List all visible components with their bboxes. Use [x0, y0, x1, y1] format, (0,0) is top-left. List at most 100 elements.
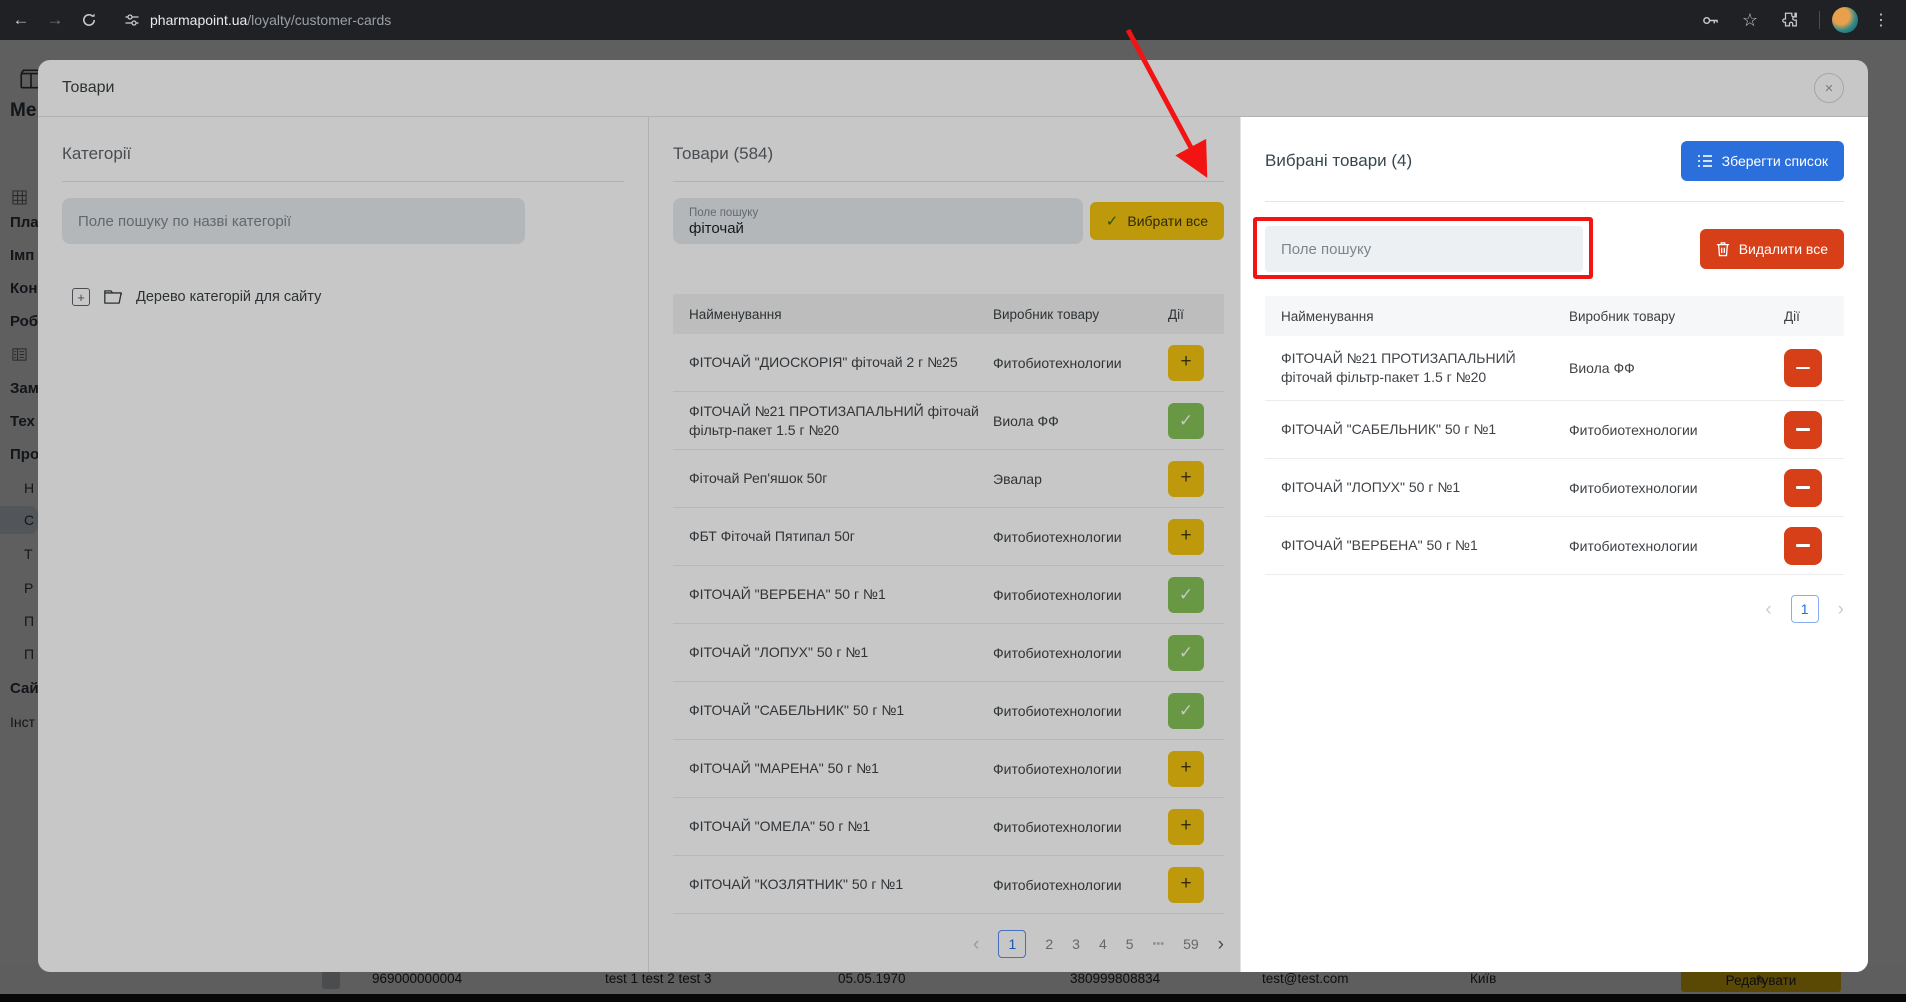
category-tree-root[interactable]: + Дерево категорій для сайту	[62, 288, 624, 306]
selected-products-panel: Вибрані товари (4) Зберегти список	[1240, 117, 1868, 972]
product-name: ФІТОЧАЙ "ДИОСКОРІЯ" фіточай 2 г №25	[689, 353, 993, 372]
product-manufacturer: Фитобиотехнологии	[1569, 422, 1784, 438]
delete-all-button[interactable]: Видалити все	[1700, 229, 1844, 269]
save-list-button[interactable]: Зберегти список	[1681, 141, 1844, 181]
product-manufacturer: Фитобиотехнологии	[993, 761, 1168, 777]
products-modal: Товари × Категорії + Дерево категорій дл…	[38, 60, 1868, 972]
folder-open-icon	[103, 288, 123, 306]
product-manufacturer: Фитобиотехнологии	[993, 703, 1168, 719]
add-product-button[interactable]	[1168, 461, 1204, 497]
add-product-button[interactable]	[1168, 345, 1204, 381]
product-name: ФІТОЧАЙ "КОЗЛЯТНИК" 50 г №1	[689, 875, 993, 894]
add-product-button[interactable]	[1168, 809, 1204, 845]
products-search-input[interactable]: Поле пошуку	[673, 198, 1083, 244]
selected-pagination: ‹ 1 ›	[1265, 595, 1844, 623]
add-product-button[interactable]	[1168, 751, 1204, 787]
password-key-icon[interactable]	[1693, 3, 1727, 37]
product-name: ФІТОЧАЙ "ВЕРБЕНА" 50 г №1	[1281, 536, 1569, 555]
selected-title: Вибрані товари (4)	[1265, 148, 1412, 174]
products-column: Товари (584) Поле пошуку ✓ Вибрати все Н…	[648, 117, 1240, 972]
search-label: Поле пошуку	[689, 207, 1067, 219]
list-icon	[1697, 153, 1713, 169]
url-path: /loyalty/customer-cards	[247, 12, 391, 28]
browser-menu-icon[interactable]: ⋮	[1864, 3, 1898, 37]
toolbar-separator	[1819, 11, 1820, 29]
page-button[interactable]: 59	[1183, 936, 1199, 952]
page-button[interactable]: 4	[1099, 936, 1107, 952]
tree-expand-icon[interactable]: +	[72, 288, 90, 306]
select-all-button[interactable]: ✓ Вибрати все	[1090, 202, 1224, 240]
selected-search-input[interactable]	[1265, 226, 1583, 272]
close-icon[interactable]: ×	[1814, 73, 1844, 103]
modal-title: Товари	[62, 79, 114, 97]
table-row: ФІТОЧАЙ "КОЗЛЯТНИК" 50 г №1 Фитобиотехно…	[673, 856, 1224, 914]
category-search-input[interactable]	[62, 198, 525, 244]
refresh-button[interactable]	[72, 3, 106, 37]
product-selected-button[interactable]	[1168, 403, 1204, 439]
col-header-name: Найменування	[689, 305, 993, 324]
col-header-actions: Дії	[1784, 309, 1828, 324]
table-row: ФІТОЧАЙ №21 ПРОТИЗАПАЛЬНИЙ фіточай фільт…	[1265, 336, 1844, 401]
product-name: ФІТОЧАЙ "ВЕРБЕНА" 50 г №1	[689, 585, 993, 604]
selected-table: Найменування Виробник товару Дії ФІТОЧАЙ…	[1265, 296, 1844, 575]
table-row: ФІТОЧАЙ "МАРЕНА" 50 г №1 Фитобиотехнолог…	[673, 740, 1224, 798]
add-product-button[interactable]	[1168, 519, 1204, 555]
profile-avatar[interactable]	[1832, 7, 1858, 33]
categories-column: Категорії + Дерево категорій для сайту	[38, 117, 648, 972]
chevron-right-icon[interactable]: ›	[1218, 935, 1224, 954]
product-manufacturer: Фитобиотехнологии	[993, 355, 1168, 371]
product-manufacturer: Фитобиотехнологии	[1569, 538, 1784, 554]
trash-icon	[1716, 241, 1730, 257]
page-button[interactable]: 1	[998, 930, 1026, 958]
check-icon: ✓	[1106, 212, 1119, 230]
remove-product-button[interactable]	[1784, 411, 1822, 449]
products-search-value[interactable]	[689, 220, 1067, 237]
product-selected-button[interactable]	[1168, 693, 1204, 729]
table-row: ФІТОЧАЙ "САБЕЛЬНИК" 50 г №1 Фитобиотехно…	[673, 682, 1224, 740]
table-row: Фіточай Реп'яшок 50г Эвалар	[673, 450, 1224, 508]
product-name: Фіточай Реп'яшок 50г	[689, 469, 993, 488]
table-row: ФІТОЧАЙ "ЛОПУХ" 50 г №1 Фитобиотехнологи…	[1265, 459, 1844, 517]
address-bar[interactable]: pharmapoint.ua/loyalty/customer-cards	[124, 5, 391, 35]
product-selected-button[interactable]	[1168, 635, 1204, 671]
divider	[1265, 201, 1844, 202]
table-row: ФБТ Фіточай Пятипал 50г Фитобиотехнологи…	[673, 508, 1224, 566]
page-button[interactable]: 2	[1045, 936, 1053, 952]
chevron-left-icon[interactable]: ‹	[1765, 600, 1771, 619]
forward-button[interactable]: →	[38, 3, 72, 37]
back-button[interactable]: ←	[4, 3, 38, 37]
remove-product-button[interactable]	[1784, 469, 1822, 507]
product-name: ФБТ Фіточай Пятипал 50г	[689, 527, 993, 546]
table-row: ФІТОЧАЙ "ДИОСКОРІЯ" фіточай 2 г №25 Фито…	[673, 334, 1224, 392]
page-button[interactable]: 3	[1072, 936, 1080, 952]
product-manufacturer: Виола ФФ	[1569, 360, 1784, 376]
categories-title: Категорії	[62, 141, 624, 167]
col-header-manufacturer: Виробник товару	[993, 307, 1168, 322]
chevron-right-icon[interactable]: ›	[1838, 600, 1844, 619]
product-name: ФІТОЧАЙ "САБЕЛЬНИК" 50 г №1	[1281, 420, 1569, 439]
remove-product-button[interactable]	[1784, 527, 1822, 565]
product-name: ФІТОЧАЙ №21 ПРОТИЗАПАЛЬНИЙ фіточай фільт…	[689, 402, 993, 440]
product-manufacturer: Фитобиотехнологии	[993, 819, 1168, 835]
product-name: ФІТОЧАЙ №21 ПРОТИЗАПАЛЬНИЙ фіточай фільт…	[1281, 349, 1569, 387]
table-row: ФІТОЧАЙ "ВЕРБЕНА" 50 г №1 Фитобиотехноло…	[1265, 517, 1844, 575]
bookmark-star-icon[interactable]: ☆	[1733, 3, 1767, 37]
divider	[62, 181, 624, 182]
modal-header: Товари ×	[38, 60, 1868, 117]
product-selected-button[interactable]	[1168, 577, 1204, 613]
product-manufacturer: Фитобиотехнологии	[993, 529, 1168, 545]
page-button[interactable]: 1	[1791, 595, 1819, 623]
page-ellipsis: •••	[1153, 938, 1165, 950]
site-settings-icon[interactable]	[124, 12, 140, 28]
page-button[interactable]: 5	[1126, 936, 1134, 952]
remove-product-button[interactable]	[1784, 349, 1822, 387]
products-title: Товари (584)	[673, 141, 1224, 167]
product-name: ФІТОЧАЙ "САБЕЛЬНИК" 50 г №1	[689, 701, 993, 720]
browser-toolbar: ← → pharmapoint.ua/loyalty/customer-card…	[0, 0, 1906, 40]
extensions-icon[interactable]	[1773, 3, 1807, 37]
product-manufacturer: Фитобиотехнологии	[1569, 480, 1784, 496]
add-product-button[interactable]	[1168, 867, 1204, 903]
product-name: ФІТОЧАЙ "МАРЕНА" 50 г №1	[689, 759, 993, 778]
product-manufacturer: Фитобиотехнологии	[993, 645, 1168, 661]
chevron-left-icon[interactable]: ‹	[973, 935, 979, 954]
